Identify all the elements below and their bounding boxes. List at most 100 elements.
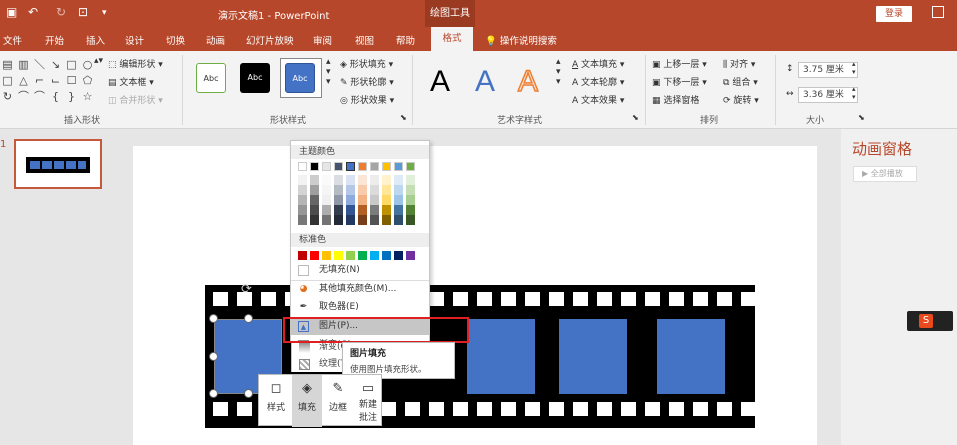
theme-swatch[interactable] <box>382 162 391 171</box>
standard-swatch[interactable] <box>322 251 331 260</box>
tab-format[interactable]: 格式 <box>431 27 473 51</box>
theme-swatch-shade[interactable] <box>406 175 415 185</box>
theme-swatch-shade[interactable] <box>382 205 391 215</box>
shape-width-input[interactable]: 3.36 厘米 <box>798 87 858 103</box>
width-spinner-icon[interactable]: ▴ ▾ <box>852 85 856 101</box>
tab-insert[interactable]: 插入 <box>86 33 105 47</box>
standard-swatch[interactable] <box>358 251 367 260</box>
theme-swatch-shade[interactable] <box>406 215 415 225</box>
tab-design[interactable]: 设计 <box>125 33 144 47</box>
theme-swatch-shade[interactable] <box>346 185 355 195</box>
shape-arc-icon[interactable]: ⌒ <box>32 89 47 104</box>
theme-swatch-shade[interactable] <box>322 175 331 185</box>
shape-height-input[interactable]: 3.75 厘米 <box>798 62 858 78</box>
mini-style-button[interactable]: ◻ 样式 <box>261 375 291 427</box>
theme-swatch-shade[interactable] <box>310 185 319 195</box>
styles-scroll-icon[interactable]: ▴ ▾ ▾ <box>326 57 331 87</box>
height-spinner-icon[interactable]: ▴ ▾ <box>852 60 856 76</box>
eyedropper-item[interactable]: ✒ 取色器(E) <box>291 299 429 316</box>
tab-file[interactable]: 文件 <box>3 33 22 47</box>
send-backward-button[interactable]: ▣ 下移一层 ▾ <box>652 75 707 88</box>
theme-swatch-shade[interactable] <box>334 195 343 205</box>
theme-swatch[interactable] <box>406 162 415 171</box>
theme-swatch[interactable] <box>358 162 367 171</box>
theme-swatch-shade[interactable] <box>346 175 355 185</box>
text-effects-button[interactable]: A 文本效果 ▾ <box>572 93 624 106</box>
ime-toolbar[interactable]: S <box>907 311 953 331</box>
standard-swatch[interactable] <box>370 251 379 260</box>
theme-swatch-shade[interactable] <box>322 185 331 195</box>
shape-star-icon[interactable]: ☆ <box>80 89 95 104</box>
shape-connector-icon[interactable]: ⌐ <box>32 73 47 88</box>
text-fill-button[interactable]: A 文本填充 ▾ <box>572 57 624 70</box>
theme-swatch-shade[interactable] <box>394 205 403 215</box>
mini-outline-button[interactable]: ✎ 边框 <box>323 375 353 427</box>
merge-shapes-button[interactable]: ◫ 合并形状 ▾ <box>108 93 163 106</box>
standard-swatch[interactable] <box>310 251 319 260</box>
play-all-button[interactable]: ▶ 全部播放 <box>853 166 917 182</box>
theme-swatch-shade[interactable] <box>298 185 307 195</box>
theme-swatch-shade[interactable] <box>346 205 355 215</box>
theme-swatch-shade[interactable] <box>370 175 379 185</box>
shape-triangle-icon[interactable]: △ <box>16 73 31 88</box>
tell-me-search[interactable]: 💡 操作说明搜索 <box>485 33 557 47</box>
theme-swatch-shade[interactable] <box>322 205 331 215</box>
theme-swatch[interactable] <box>298 162 307 171</box>
film-frame-3[interactable] <box>467 319 535 394</box>
rotate-button[interactable]: ⟳ 旋转 ▾ <box>723 93 759 106</box>
ribbon-display-options-icon[interactable] <box>932 6 944 18</box>
resize-handle-bl[interactable] <box>209 389 218 398</box>
gallery-scroll-icon[interactable]: ▴▾ <box>94 56 103 66</box>
theme-swatch-shade[interactable] <box>406 185 415 195</box>
login-button[interactable]: 登录 <box>876 6 912 22</box>
film-frame-4[interactable] <box>559 319 627 394</box>
standard-swatch[interactable] <box>334 251 343 260</box>
standard-swatch[interactable] <box>298 251 307 260</box>
theme-swatch-shade[interactable] <box>322 195 331 205</box>
start-slideshow-icon[interactable]: ⊡ <box>78 5 88 19</box>
text-box-button[interactable]: ▤ 文本框 ▾ <box>108 75 154 88</box>
theme-swatch-shade[interactable] <box>334 185 343 195</box>
theme-swatch-shade[interactable] <box>370 185 379 195</box>
gradient-item-lower[interactable]: 渐变(G) <box>292 342 343 353</box>
theme-swatch-shade[interactable] <box>358 185 367 195</box>
theme-swatch[interactable] <box>394 162 403 171</box>
shape-oval-icon[interactable]: ○ <box>80 57 95 72</box>
sogou-ime-icon[interactable]: S <box>919 314 933 328</box>
theme-swatch-shade[interactable] <box>358 195 367 205</box>
theme-swatch-shade[interactable] <box>322 215 331 225</box>
theme-swatch-shade[interactable] <box>406 195 415 205</box>
texture-item[interactable]: 纹理(T) <box>292 356 343 372</box>
standard-swatch[interactable] <box>382 251 391 260</box>
tab-slideshow[interactable]: 幻灯片放映 <box>246 33 294 47</box>
theme-swatch-shade[interactable] <box>298 195 307 205</box>
rotate-handle-icon[interactable]: ⟳ <box>241 283 255 297</box>
size-launcher-icon[interactable]: ⬊ <box>858 113 865 122</box>
theme-swatch-shade[interactable] <box>382 185 391 195</box>
theme-swatch-shade[interactable] <box>310 195 319 205</box>
no-fill-item[interactable]: 无填充(N) <box>291 262 429 279</box>
save-icon[interactable]: ▣ <box>6 5 17 19</box>
theme-swatch-shade[interactable] <box>310 175 319 185</box>
theme-swatch[interactable] <box>346 162 355 171</box>
shape-style-1[interactable]: Abc <box>196 63 226 93</box>
shape-rbrace-icon[interactable]: } <box>64 89 79 104</box>
theme-swatch-shade[interactable] <box>358 215 367 225</box>
resize-handle-t[interactable] <box>244 314 253 323</box>
shape-vtextbox-icon[interactable]: ▥ <box>16 57 31 72</box>
more-fill-colors-item[interactable]: ◕ 其他填充颜色(M)... <box>291 281 429 298</box>
theme-swatch-shade[interactable] <box>334 215 343 225</box>
theme-swatch-shade[interactable] <box>310 205 319 215</box>
theme-swatch-shade[interactable] <box>334 175 343 185</box>
mini-fill-button[interactable]: ◈ 填充 <box>292 375 322 427</box>
wordart-style-1[interactable]: A <box>430 65 450 99</box>
theme-swatch[interactable] <box>310 162 319 171</box>
mini-new-comment-button[interactable]: ▭ 新建 批注 <box>353 375 383 427</box>
shape-elbow-icon[interactable]: ⌙ <box>48 73 63 88</box>
theme-swatch-shade[interactable] <box>346 195 355 205</box>
tab-help[interactable]: 帮助 <box>396 33 415 47</box>
theme-swatch-shade[interactable] <box>370 205 379 215</box>
theme-swatch[interactable] <box>322 162 331 171</box>
wordart-style-2[interactable]: A <box>475 65 495 99</box>
wordart-scroll-icon[interactable]: ▴ ▾ ▾ <box>556 57 561 87</box>
